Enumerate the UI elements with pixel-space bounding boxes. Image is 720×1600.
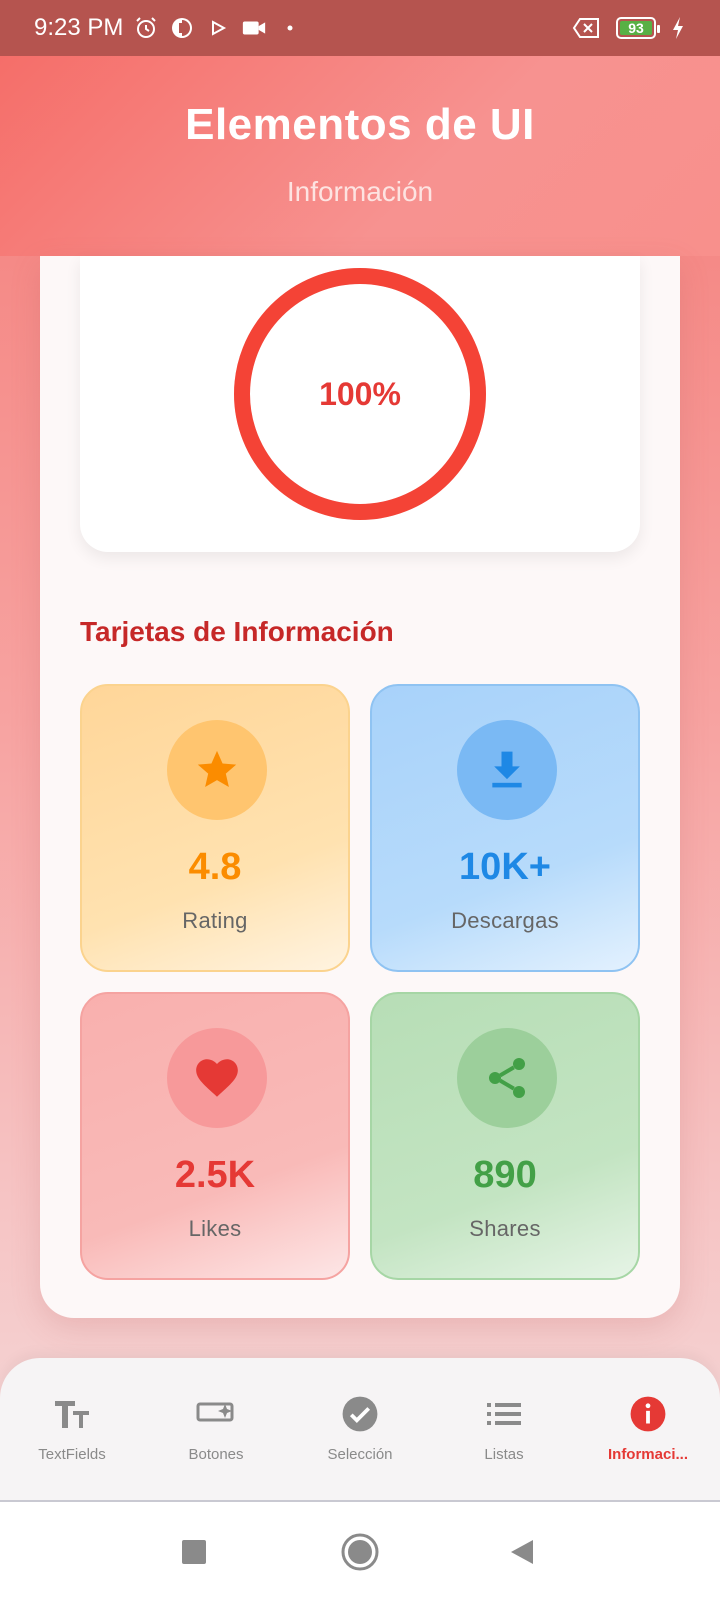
rating-value: 4.8 [188,846,242,888]
bottom-navigation: TextFields Botones Selección Listas Info… [0,1358,720,1502]
battery-icon: 93 [616,17,660,39]
back-button[interactable] [500,1530,544,1574]
nav-label-listas: Listas [484,1446,524,1463]
app-header: Elementos de UI Información [0,56,720,256]
rating-card[interactable]: 4.8 Rating [80,684,350,972]
charging-icon [670,15,686,41]
page-title: Elementos de UI [185,100,535,149]
info-icon [628,1394,668,1434]
nav-item-informacion[interactable]: Informaci... [576,1358,720,1500]
status-bar-right: 93 [572,15,686,41]
status-bar-left: 9:23 PM [34,14,303,42]
rating-icon-circle [167,720,267,820]
progress-card: 100% [80,256,640,552]
home-circle-icon [341,1533,379,1571]
status-bar: 9:23 PM 93 [0,0,720,56]
downloads-label: Descargas [451,908,559,933]
progress-value: 100% [319,375,401,412]
video-camera-icon [241,15,267,41]
shares-label: Shares [469,1216,541,1241]
system-navigation-bar [0,1502,720,1600]
app-notification-icon [169,15,195,41]
rating-label: Rating [182,908,248,933]
downloads-icon-circle [457,720,557,820]
recents-button[interactable] [172,1530,216,1574]
play-icon [205,15,231,41]
page-subtitle: Información [286,176,434,207]
nav-item-textfields[interactable]: TextFields [0,1358,144,1500]
text-fields-icon [52,1394,92,1434]
likes-label: Likes [188,1216,242,1241]
section-title: Tarjetas de Información [80,616,394,647]
back-triangle-icon [511,1540,533,1564]
home-button[interactable] [338,1530,382,1574]
button-icon [196,1394,236,1434]
nav-item-listas[interactable]: Listas [432,1358,576,1500]
star-icon [197,750,237,788]
battery-level: 93 [628,20,644,36]
square-icon [182,1540,206,1564]
dot-icon [277,15,303,41]
shares-card[interactable]: 890 Shares [370,992,640,1280]
downloads-card[interactable]: 10K+ Descargas [370,684,640,972]
heart-icon [196,1059,238,1097]
nav-item-botones[interactable]: Botones [144,1358,288,1500]
likes-value: 2.5K [174,1154,256,1196]
nav-label-botones: Botones [188,1446,244,1463]
content-card[interactable]: 100% Tarjetas de Información 4.8 Rating … [40,256,680,1318]
download-icon [492,751,522,788]
shares-icon-circle [457,1028,557,1128]
nav-label-informacion: Informaci... [607,1446,689,1463]
nav-label-textfields: TextFields [38,1446,106,1463]
check-circle-icon [340,1394,380,1434]
status-time: 9:23 PM [34,14,124,41]
shares-value: 890 [473,1154,537,1196]
nav-label-seleccion: Selección [327,1446,393,1463]
downloads-value: 10K+ [459,846,551,888]
alarm-icon [133,15,159,41]
likes-card[interactable]: 2.5K Likes [80,992,350,1280]
share-icon [489,1058,525,1098]
nav-item-seleccion[interactable]: Selección [288,1358,432,1500]
list-icon [484,1394,524,1434]
sim-error-icon [572,15,602,41]
likes-icon-circle [167,1028,267,1128]
